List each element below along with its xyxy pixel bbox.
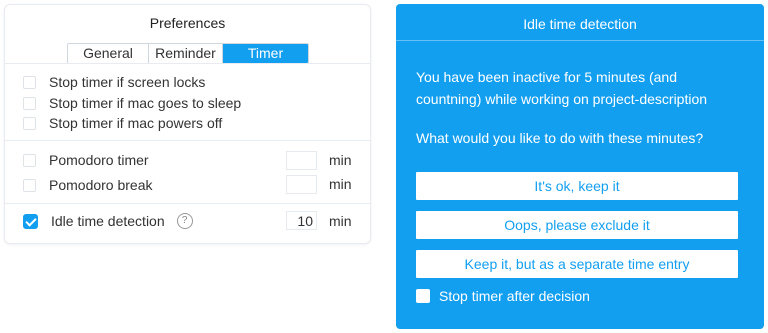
stop-timer-label: Stop timer after decision	[439, 288, 590, 304]
option-row-screen-locks: Stop timer if screen locks	[23, 72, 205, 92]
tab-timer[interactable]: Timer	[223, 44, 308, 63]
mac-sleep-checkbox[interactable]	[23, 96, 36, 110]
stop-timer-checkbox[interactable]	[416, 289, 430, 303]
pomodoro-timer-label: Pomodoro timer	[49, 152, 149, 168]
pomodoro-break-input[interactable]	[286, 175, 317, 194]
idle-detection-row: Idle time detection ?	[23, 211, 193, 231]
idle-detection-dialog: Idle time detection You have been inacti…	[396, 4, 764, 329]
pomodoro-timer-unit: min	[329, 152, 352, 168]
preferences-tabs: General Reminder Timer	[67, 43, 309, 64]
divider	[5, 203, 370, 204]
help-icon[interactable]: ?	[176, 213, 193, 229]
mac-powers-off-label: Stop timer if mac powers off	[49, 115, 223, 131]
idle-detection-input[interactable]	[286, 211, 317, 230]
pomodoro-break-checkbox[interactable]	[23, 178, 36, 192]
screen-locks-label: Stop timer if screen locks	[49, 74, 206, 90]
dialog-question: What would you like to do with these min…	[416, 130, 704, 146]
exclude-minutes-button[interactable]: Oops, please exclude it	[416, 211, 738, 239]
pomodoro-break-unit: min	[329, 176, 352, 192]
pomodoro-break-label: Pomodoro break	[49, 177, 153, 193]
pomodoro-break-row: Pomodoro break	[23, 175, 153, 195]
mac-powers-off-checkbox[interactable]	[23, 116, 36, 130]
separate-entry-button[interactable]: Keep it, but as a separate time entry	[416, 250, 738, 278]
divider	[5, 63, 370, 64]
stop-timer-option: Stop timer after decision	[416, 288, 590, 304]
option-row-mac-powers-off: Stop timer if mac powers off	[23, 113, 222, 133]
tab-reminder[interactable]: Reminder	[149, 44, 223, 63]
pomodoro-timer-checkbox[interactable]	[23, 153, 36, 167]
divider	[5, 140, 370, 141]
dialog-title: Idle time detection	[523, 16, 637, 32]
preferences-panel: Preferences General Reminder Timer Stop …	[4, 4, 371, 244]
pomodoro-timer-row: Pomodoro timer	[23, 150, 149, 170]
idle-detection-label: Idle time detection	[51, 213, 165, 229]
preferences-title: Preferences	[149, 15, 226, 31]
mac-sleep-label: Stop timer if mac goes to sleep	[49, 95, 242, 111]
dialog-divider	[396, 40, 764, 41]
idle-detection-unit: min	[329, 213, 352, 229]
keep-minutes-button[interactable]: It's ok, keep it	[416, 172, 738, 200]
tab-general[interactable]: General	[68, 44, 149, 63]
idle-detection-checkbox[interactable]	[23, 213, 38, 229]
option-row-mac-sleep: Stop timer if mac goes to sleep	[23, 93, 241, 113]
pomodoro-timer-input[interactable]	[286, 151, 317, 170]
inactivity-message: You have been inactive for 5 minutes (an…	[416, 69, 708, 107]
screen-locks-checkbox[interactable]	[23, 75, 36, 89]
